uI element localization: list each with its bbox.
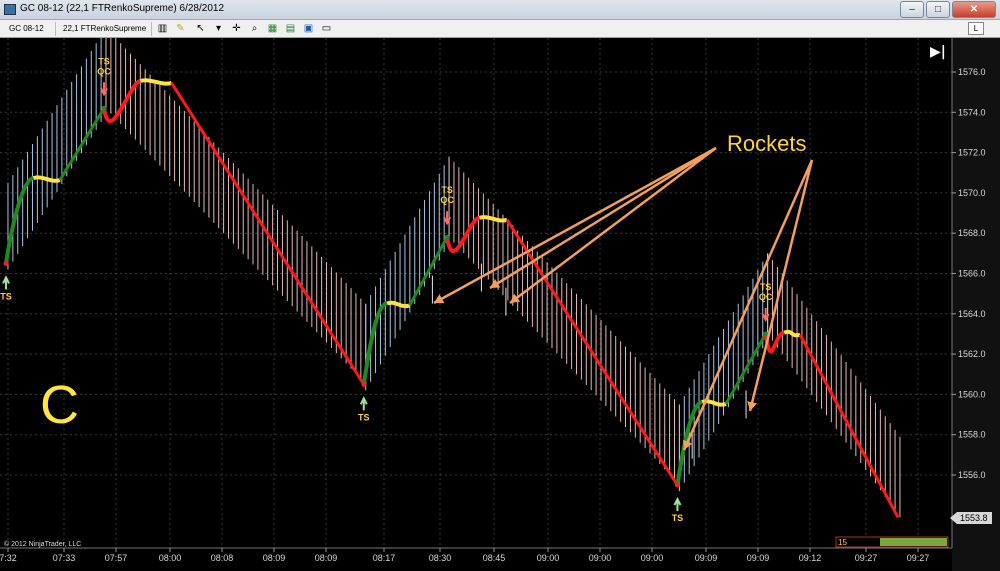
data-box-icon[interactable]: ▭ [320,22,333,35]
current-price-label: 1553.8 [960,513,988,523]
scroll-end-button[interactable]: ▶| [930,44,946,60]
price-tick-label: 1570.0 [958,188,986,198]
time-tick-label: 08:08 [211,553,234,563]
time-tick-label: 09:00 [589,553,612,563]
time-tick-label: 09:00 [537,553,560,563]
signal-label: TS [358,412,370,422]
signal-dot [3,260,9,266]
signal-label: QC [759,292,773,302]
signal-dot [674,482,680,488]
time-tick-label: 07:33 [53,553,76,563]
link-badge[interactable]: L [968,22,984,35]
copyright-label: © 2012 NinjaTrader, LLC [4,540,81,548]
zoom-icon[interactable]: ⌕ [248,22,261,35]
price-tick-label: 1562.0 [958,349,986,359]
dropdown-icon[interactable]: ▾ [212,22,225,35]
bar-style-icon[interactable]: ▥ [156,22,169,35]
price-tick-label: 1566.0 [958,269,986,279]
time-tick-label: 08:00 [159,553,182,563]
price-axis-panel [952,38,1000,571]
price-tick-label: 1576.0 [958,67,986,77]
rockets-label: Rockets [727,131,806,156]
price-tick-label: 1564.0 [958,309,986,319]
price-tick-label: 1558.0 [958,430,986,440]
time-tick-label: 09:09 [695,553,718,563]
price-tick-label: 1556.0 [958,470,986,480]
bar-counter: 15 [838,538,847,547]
title-bar[interactable]: GC 08-12 (22,1 FTRenkoSupreme) 6/28/2012… [0,0,1000,20]
time-tick-label: 09:00 [641,553,664,563]
time-tick-label: 09:27 [855,553,878,563]
signal-label: QC [440,195,454,205]
signal-label: TS [98,56,110,66]
strategies-icon[interactable]: ▤ [284,22,297,35]
time-tick-label: 08:45 [483,553,506,563]
signal-label: QC [97,66,111,76]
crosshair-icon[interactable]: ✛ [230,22,243,35]
maximize-button[interactable]: □ [926,1,950,18]
time-tick-label: 08:09 [315,553,338,563]
price-tick-label: 1560.0 [958,389,986,399]
scroll-thumb[interactable] [880,538,947,546]
time-tick-label: 7:32 [0,553,17,563]
properties-icon[interactable]: ▣ [302,22,315,35]
signal-label: TS [0,291,12,301]
signal-dot [444,234,450,240]
pointer-icon[interactable]: ↖ [194,22,207,35]
price-tick-label: 1574.0 [958,107,986,117]
signal-dot [101,105,107,111]
section-label: C [40,375,79,435]
signal-label: TS [760,282,772,292]
instrument-selector[interactable]: GC 08-12 [6,22,56,36]
time-tick-label: 09:27 [907,553,930,563]
price-tick-label: 1568.0 [958,228,986,238]
time-tick-label: 08:09 [263,553,286,563]
close-button[interactable]: ✕ [952,1,996,18]
window-title: GC 08-12 (22,1 FTRenkoSupreme) 6/28/2012 [20,3,224,14]
time-tick-label: 08:17 [373,553,396,563]
chart-window: GC 08-12 (22,1 FTRenkoSupreme) 6/28/2012… [0,0,1000,571]
minimize-button[interactable]: – [900,1,924,18]
app-icon [4,4,16,15]
bar-type-selector[interactable]: 22,1 FTRenkoSupreme [60,22,152,36]
indicators-icon[interactable]: ▦ [266,22,279,35]
time-tick-label: 08:30 [429,553,452,563]
price-chart[interactable]: TSTSQCTSTSQCTSTSQC 1576.01574.01572.0157… [0,38,1000,571]
time-tick-label: 07:57 [105,553,128,563]
pencil-icon[interactable]: ✎ [174,22,187,35]
price-tick-label: 1572.0 [958,148,986,158]
signal-dot [361,381,367,387]
time-tick-label: 09:12 [799,553,822,563]
signal-label: TS [441,185,453,195]
signal-label: TS [672,513,684,523]
chart-toolbar: GC 08-12 22,1 FTRenkoSupreme ▥ ✎ ↖ ▾ ✛ ⌕… [0,20,1000,38]
time-tick-label: 09:09 [747,553,770,563]
